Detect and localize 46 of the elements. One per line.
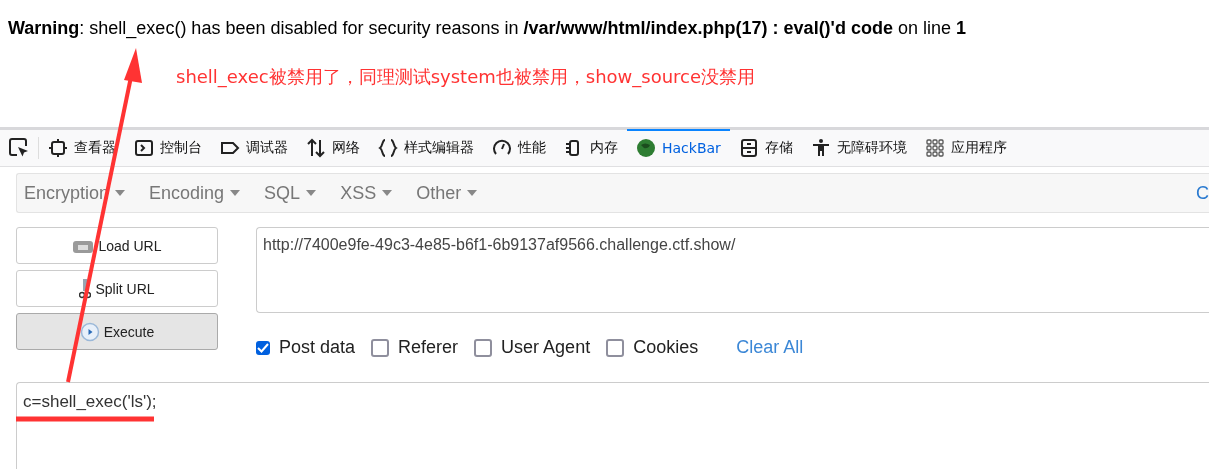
grid-icon <box>924 138 945 158</box>
caret-icon <box>115 190 126 196</box>
post-data-field[interactable]: c=shell_exec('ls'); <box>16 382 1209 469</box>
option-checkbox[interactable]: Post data <box>256 337 356 358</box>
split-url-button[interactable]: Split URL <box>16 270 218 307</box>
devtools-tab[interactable]: 应用程序 <box>915 129 1016 165</box>
execute-button[interactable]: Execute <box>16 313 218 350</box>
globe-icon <box>636 138 656 158</box>
option-checkbox[interactable]: User Agent <box>474 337 591 358</box>
warning-label: Warning <box>8 18 80 38</box>
caret-icon <box>467 190 478 196</box>
load-url-button[interactable]: Load URL <box>16 227 218 264</box>
menu-item[interactable]: XSS <box>340 182 403 204</box>
devtools-tab[interactable]: 控制台 <box>125 129 211 165</box>
frame-icon <box>48 138 68 158</box>
menu-item[interactable]: SQL <box>264 182 327 204</box>
warning-message: : shell_exec() has been disabled for security reasons in /var/www/html/index.php(17) : eval()'d code on line 1 <box>79 18 966 38</box>
person-icon <box>810 138 831 158</box>
annotation-note: shell_exec被禁用了，同理测试system也被禁用，show_source没禁用 <box>176 66 756 87</box>
scissors-icon <box>79 277 92 300</box>
devtools-tab[interactable]: 内存 <box>555 129 627 165</box>
devtools-tab[interactable]: HackBar <box>627 129 730 165</box>
braces-icon <box>378 138 398 158</box>
arrows-icon <box>306 138 326 158</box>
url-field[interactable]: http://7400e9fe-49c3-4e85-b6f1-6b9137af9566.challenge.ctf.show/ <box>256 227 1209 313</box>
console-icon <box>134 138 154 158</box>
option-checkbox[interactable]: Cookies <box>606 337 699 358</box>
caret-icon <box>306 190 317 196</box>
menu-item[interactable]: Other <box>416 182 488 204</box>
devtools-tab[interactable]: 样式编辑器 <box>369 129 483 165</box>
clear-all-link[interactable]: Clear All <box>736 337 804 358</box>
devtools-tab[interactable]: 存储 <box>729 129 802 165</box>
check-icon <box>257 342 269 353</box>
devtools-tab[interactable]: 网络 <box>297 129 369 165</box>
devtools-tab[interactable]: 调试器 <box>211 129 297 165</box>
menu-item[interactable]: Encoding <box>149 182 251 204</box>
cabinet-icon <box>738 138 759 158</box>
caret-icon <box>230 190 241 196</box>
devtools-tab[interactable]: 无障碍环境 <box>801 129 916 165</box>
devtools-tab[interactable]: 性能 <box>483 129 555 165</box>
picker-icon[interactable] <box>8 137 30 159</box>
menu-item[interactable]: C <box>1196 182 1209 204</box>
play-icon <box>79 321 100 342</box>
caret-icon <box>382 190 393 196</box>
option-checkbox[interactable]: Referer <box>371 337 459 358</box>
devtools-tab[interactable]: 查看器 <box>39 129 125 165</box>
